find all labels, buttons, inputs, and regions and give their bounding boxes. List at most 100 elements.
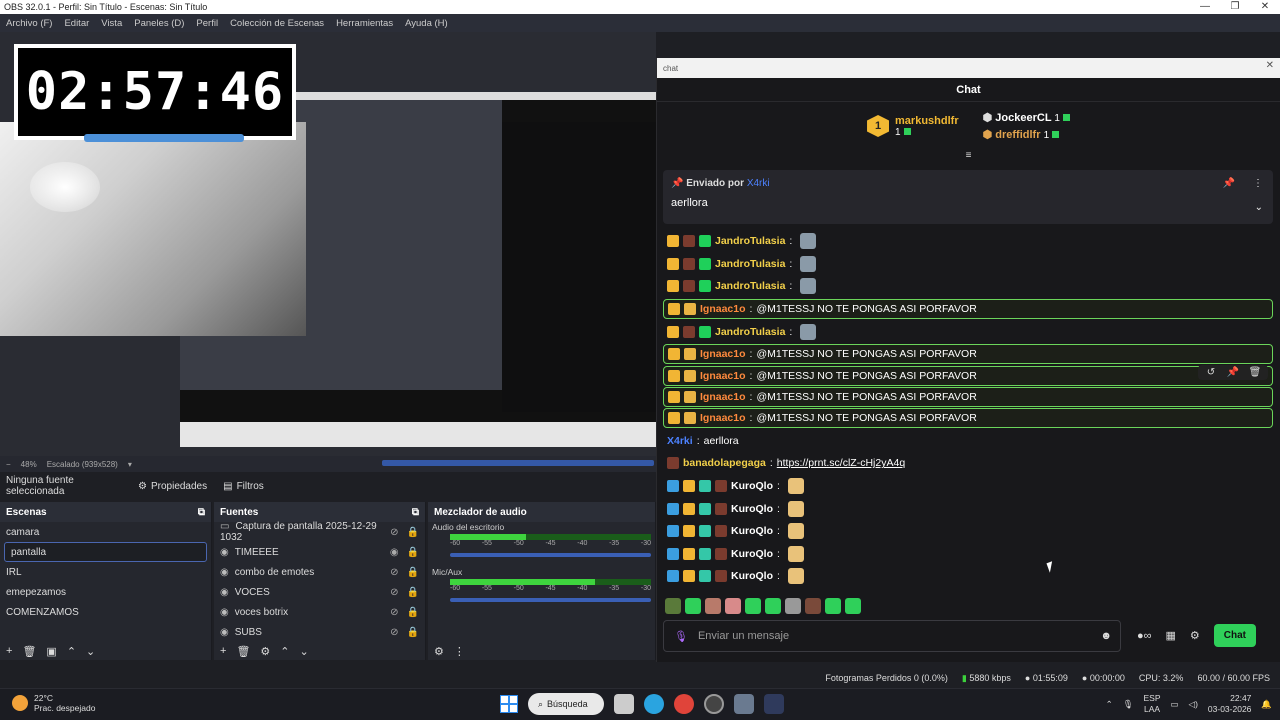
windows-start-icon[interactable]: [500, 695, 518, 713]
zoom-out-icon[interactable]: −: [6, 460, 11, 469]
filters-button[interactable]: ▤ Filtros: [215, 477, 272, 496]
mic-icon[interactable]: 🎙: [1123, 699, 1134, 710]
edge-icon[interactable]: [644, 694, 664, 714]
chat-message[interactable]: KuroQlo:: [663, 542, 1273, 565]
preview-scrollbar[interactable]: [382, 460, 654, 466]
scene-item[interactable]: IRL: [0, 562, 211, 582]
chat-username[interactable]: JandroTulasia: [715, 280, 785, 292]
chat-username[interactable]: Ignaac1o: [700, 303, 746, 315]
emote-icon[interactable]: [665, 598, 681, 614]
up-icon[interactable]: ⌃: [67, 645, 76, 658]
settings-icon[interactable]: [734, 694, 754, 714]
chat-username[interactable]: X4rki: [667, 435, 693, 447]
chat-input[interactable]: 🎙 Enviar un mensaje ☻: [663, 620, 1121, 652]
chat-username[interactable]: banadolapegaga: [683, 457, 766, 469]
chat-message[interactable]: Ignaac1o: @M1TESSJ NO TE PONGAS ASI PORFA…: [663, 386, 1273, 407]
trash-icon[interactable]: 🗑: [236, 645, 250, 658]
menu-paneles[interactable]: Paneles (D): [134, 18, 184, 29]
properties-button[interactable]: ⚙ Propiedades: [130, 477, 215, 496]
chat-username[interactable]: Ignaac1o: [700, 370, 746, 382]
chat-username[interactable]: JandroTulasia: [715, 326, 785, 338]
lock-icon[interactable]: 🔒: [407, 607, 419, 618]
eye-off-icon[interactable]: ⊘: [390, 607, 398, 618]
chat-message[interactable]: Ignaac1o: @M1TESSJ NO TE PONGAS ASI PORFA…: [663, 408, 1273, 429]
minimize-button[interactable]: —: [1190, 0, 1220, 14]
scene-preview[interactable]: 02:57:46: [0, 32, 656, 456]
emote-icon[interactable]: [725, 598, 741, 614]
chat-username[interactable]: KuroQlo: [731, 548, 773, 560]
menu-archivo[interactable]: Archivo (F): [6, 18, 52, 29]
chevron-up-icon[interactable]: ⌃: [1106, 699, 1113, 710]
emote-icon[interactable]: [705, 598, 721, 614]
volume-slider[interactable]: [450, 553, 651, 557]
chat-username[interactable]: JandroTulasia: [715, 258, 785, 270]
chat-message[interactable]: JandroTulasia:: [663, 230, 1273, 253]
source-item[interactable]: ◉ voces botrix ⊘ 🔒: [214, 602, 425, 622]
emote-icon[interactable]: [685, 598, 701, 614]
send-chat-button[interactable]: Chat: [1213, 624, 1257, 647]
notification-icon[interactable]: 🔔: [1261, 699, 1272, 710]
menu-vista[interactable]: Vista: [101, 18, 122, 29]
users-icon[interactable]: ●∞: [1137, 630, 1152, 642]
menu-coleccion[interactable]: Colección de Escenas: [230, 18, 324, 29]
volume-icon[interactable]: ◁): [1189, 699, 1198, 710]
chat-username[interactable]: Ignaac1o: [700, 412, 746, 424]
emote-icon[interactable]: [745, 598, 761, 614]
pinned-author[interactable]: X4rki: [747, 178, 770, 189]
chat-username[interactable]: KuroQlo: [731, 480, 773, 492]
eye-icon[interactable]: ◉: [390, 547, 399, 558]
chat-message[interactable]: Ignaac1o: @M1TESSJ NO TE PONGAS ASI PORFA…: [663, 344, 1273, 365]
language-indicator[interactable]: ESP LAA: [1144, 693, 1161, 715]
emoji-icon[interactable]: ☻: [1100, 630, 1112, 642]
pin-icon[interactable]: 📌: [1224, 367, 1242, 378]
source-item[interactable]: ◉ SUBS ⊘ 🔒: [214, 622, 425, 642]
up-icon[interactable]: ⌃: [280, 645, 289, 658]
network-icon[interactable]: ▭: [1171, 699, 1179, 710]
chat-message[interactable]: banadolapegaga: https://prnt.sc/clZ-cHj2y…: [663, 452, 1273, 475]
lock-icon[interactable]: 🔒: [407, 567, 419, 578]
chevron-down-icon[interactable]: ⌄: [1255, 202, 1263, 213]
maximize-button[interactable]: ❐: [1220, 0, 1250, 14]
undock-icon[interactable]: ⧉: [412, 507, 419, 518]
chat-username[interactable]: Ignaac1o: [700, 391, 746, 403]
steam-icon[interactable]: [764, 694, 784, 714]
leader-name[interactable]: JockeerCL: [995, 112, 1051, 124]
source-item[interactable]: ▭ Captura de pantalla 2025-12-29 1032 ⊘ 🔒: [214, 521, 425, 543]
trash-icon[interactable]: 🗑: [22, 645, 36, 658]
chrome-icon[interactable]: [674, 694, 694, 714]
scene-item[interactable]: emepezamos: [0, 582, 211, 602]
eye-off-icon[interactable]: ⊘: [390, 567, 398, 578]
chat-message[interactable]: KuroQlo:: [663, 497, 1273, 520]
trash-icon[interactable]: 🗑: [1246, 367, 1264, 378]
add-icon[interactable]: +: [220, 645, 226, 657]
chat-link[interactable]: https://prnt.sc/clZ-cHj2yA4q: [777, 457, 905, 469]
chat-message[interactable]: JandroTulasia:: [663, 275, 1273, 298]
file-explorer-icon[interactable]: [614, 694, 634, 714]
chat-username[interactable]: Ignaac1o: [700, 348, 746, 360]
menu-perfil[interactable]: Perfil: [196, 18, 218, 29]
chevron-down-icon[interactable]: ▾: [128, 460, 132, 469]
more-icon[interactable]: ⋮: [1253, 178, 1263, 189]
menu-editar[interactable]: Editar: [64, 18, 89, 29]
zoom-scale[interactable]: Escalado (939x528): [47, 460, 118, 469]
chat-message[interactable]: X4rki: aerllora: [663, 429, 1273, 452]
chat-username[interactable]: KuroQlo: [731, 503, 773, 515]
clock[interactable]: 22:47 03-03-2026: [1208, 693, 1251, 715]
down-icon[interactable]: ⌄: [86, 645, 95, 658]
reply-icon[interactable]: ↺: [1202, 367, 1220, 378]
emote-icon[interactable]: [845, 598, 861, 614]
eye-off-icon[interactable]: ⊘: [390, 587, 398, 598]
obs-icon[interactable]: [704, 694, 724, 714]
volume-slider[interactable]: [450, 598, 651, 602]
lock-icon[interactable]: 🔒: [407, 527, 419, 538]
weather-widget[interactable]: 22°C Prac. despejado: [12, 693, 95, 713]
source-item[interactable]: ◉ TIMEEEE ◉ 🔒: [214, 542, 425, 562]
chat-message[interactable]: KuroQlo:: [663, 475, 1273, 498]
emote-icon[interactable]: [765, 598, 781, 614]
chat-username[interactable]: KuroQlo: [731, 525, 773, 537]
eye-off-icon[interactable]: ⊘: [390, 627, 398, 638]
chat-message[interactable]: KuroQlo:: [663, 565, 1273, 588]
store-icon[interactable]: ▦: [1166, 629, 1176, 642]
close-icon[interactable]: ✕: [1266, 60, 1274, 71]
more-icon[interactable]: ⋮: [454, 645, 465, 658]
